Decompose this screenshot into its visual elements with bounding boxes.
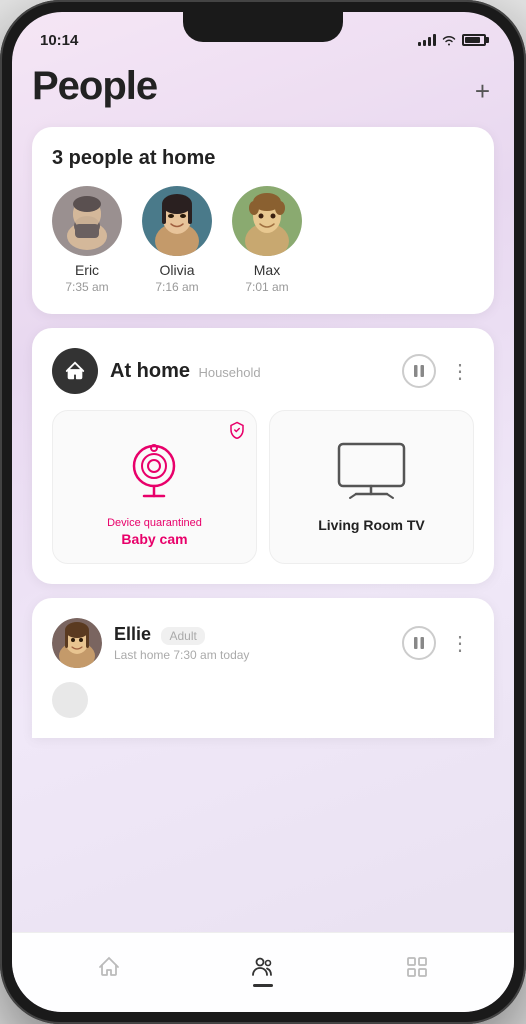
device-name-baby-cam: Baby cam — [121, 531, 187, 547]
page-title: People — [32, 64, 157, 109]
person-time-max: 7:01 am — [245, 280, 288, 294]
nav-active-indicator — [253, 984, 273, 987]
ellie-card: Ellie Adult Last home 7:30 am today ⋮ — [32, 598, 494, 738]
at-home-title-area: At home Household — [110, 360, 261, 383]
notch — [183, 12, 343, 42]
person-time-olivia: 7:16 am — [155, 280, 198, 294]
ellie-pause-icon — [412, 636, 426, 650]
ellie-pause-button[interactable] — [402, 626, 436, 660]
person-item-olivia[interactable]: Olivia 7:16 am — [142, 186, 212, 294]
ellie-sub-row — [52, 682, 474, 718]
main-content: People + 3 people at home — [12, 56, 514, 1012]
nav-devices-icon — [405, 955, 429, 979]
wifi-icon — [441, 34, 457, 46]
page-header: People + — [32, 56, 494, 127]
nav-item-people[interactable] — [235, 949, 291, 985]
tv-svg — [334, 440, 409, 500]
avatar-ellie — [52, 618, 102, 668]
signal-icon — [418, 34, 436, 46]
device-card-baby-cam[interactable]: Device quarantined Baby cam — [52, 410, 257, 564]
device-status-baby-cam: Device quarantined — [107, 517, 202, 529]
status-icons — [418, 34, 486, 46]
baby-cam-svg — [122, 438, 187, 503]
person-name-eric: Eric — [75, 262, 99, 278]
bottom-nav — [12, 932, 514, 1012]
at-home-title: At home — [110, 360, 190, 382]
people-at-home-card: 3 people at home — [32, 127, 494, 314]
person-item-max[interactable]: Max 7:01 am — [232, 186, 302, 294]
avatar-eric — [52, 186, 122, 256]
nav-item-home[interactable] — [81, 949, 137, 985]
pause-icon — [412, 364, 426, 378]
ellie-name: Ellie — [114, 624, 151, 644]
household-badge: Household — [198, 365, 260, 380]
status-time: 10:14 — [40, 32, 78, 49]
at-home-card: At home Household ⋮ — [32, 328, 494, 584]
ellie-card-header: Ellie Adult Last home 7:30 am today ⋮ — [52, 618, 474, 668]
ellie-info: Ellie Adult Last home 7:30 am today — [114, 624, 390, 662]
ellie-name-row: Ellie Adult — [114, 624, 390, 645]
home-icon-circle — [52, 348, 98, 394]
nav-people-icon — [251, 955, 275, 979]
devices-row: Device quarantined Baby cam — [52, 410, 474, 564]
device-name-tv: Living Room TV — [318, 517, 425, 533]
nav-home-icon — [97, 955, 121, 979]
ellie-controls: ⋮ — [402, 626, 474, 660]
phone-screen: 10:14 People + — [12, 12, 514, 1012]
quarantine-icon — [228, 421, 246, 444]
phone-frame: 10:14 People + — [0, 0, 526, 1024]
more-options-button[interactable]: ⋮ — [446, 355, 474, 388]
avatar-max — [232, 186, 302, 256]
at-home-header: At home Household ⋮ — [52, 348, 474, 394]
nav-item-devices[interactable] — [389, 949, 445, 985]
add-button[interactable]: + — [471, 72, 494, 111]
person-name-max: Max — [254, 262, 280, 278]
person-name-olivia: Olivia — [159, 262, 194, 278]
battery-icon — [462, 34, 486, 46]
baby-cam-icon-area — [122, 435, 187, 505]
home-icon — [64, 360, 86, 382]
tv-icon-area — [334, 435, 409, 505]
avatars-row: Eric 7:35 am — [52, 186, 474, 294]
ellie-more-button[interactable]: ⋮ — [446, 627, 474, 660]
at-home-controls: ⋮ — [402, 354, 474, 388]
avatar-olivia — [142, 186, 212, 256]
pause-button[interactable] — [402, 354, 436, 388]
person-time-eric: 7:35 am — [65, 280, 108, 294]
ellie-role: Adult — [161, 627, 204, 645]
people-count-label: 3 people at home — [52, 147, 474, 170]
sub-avatar — [52, 682, 88, 718]
device-card-tv[interactable]: Living Room TV — [269, 410, 474, 564]
person-item-eric[interactable]: Eric 7:35 am — [52, 186, 122, 294]
ellie-status: Last home 7:30 am today — [114, 648, 390, 662]
